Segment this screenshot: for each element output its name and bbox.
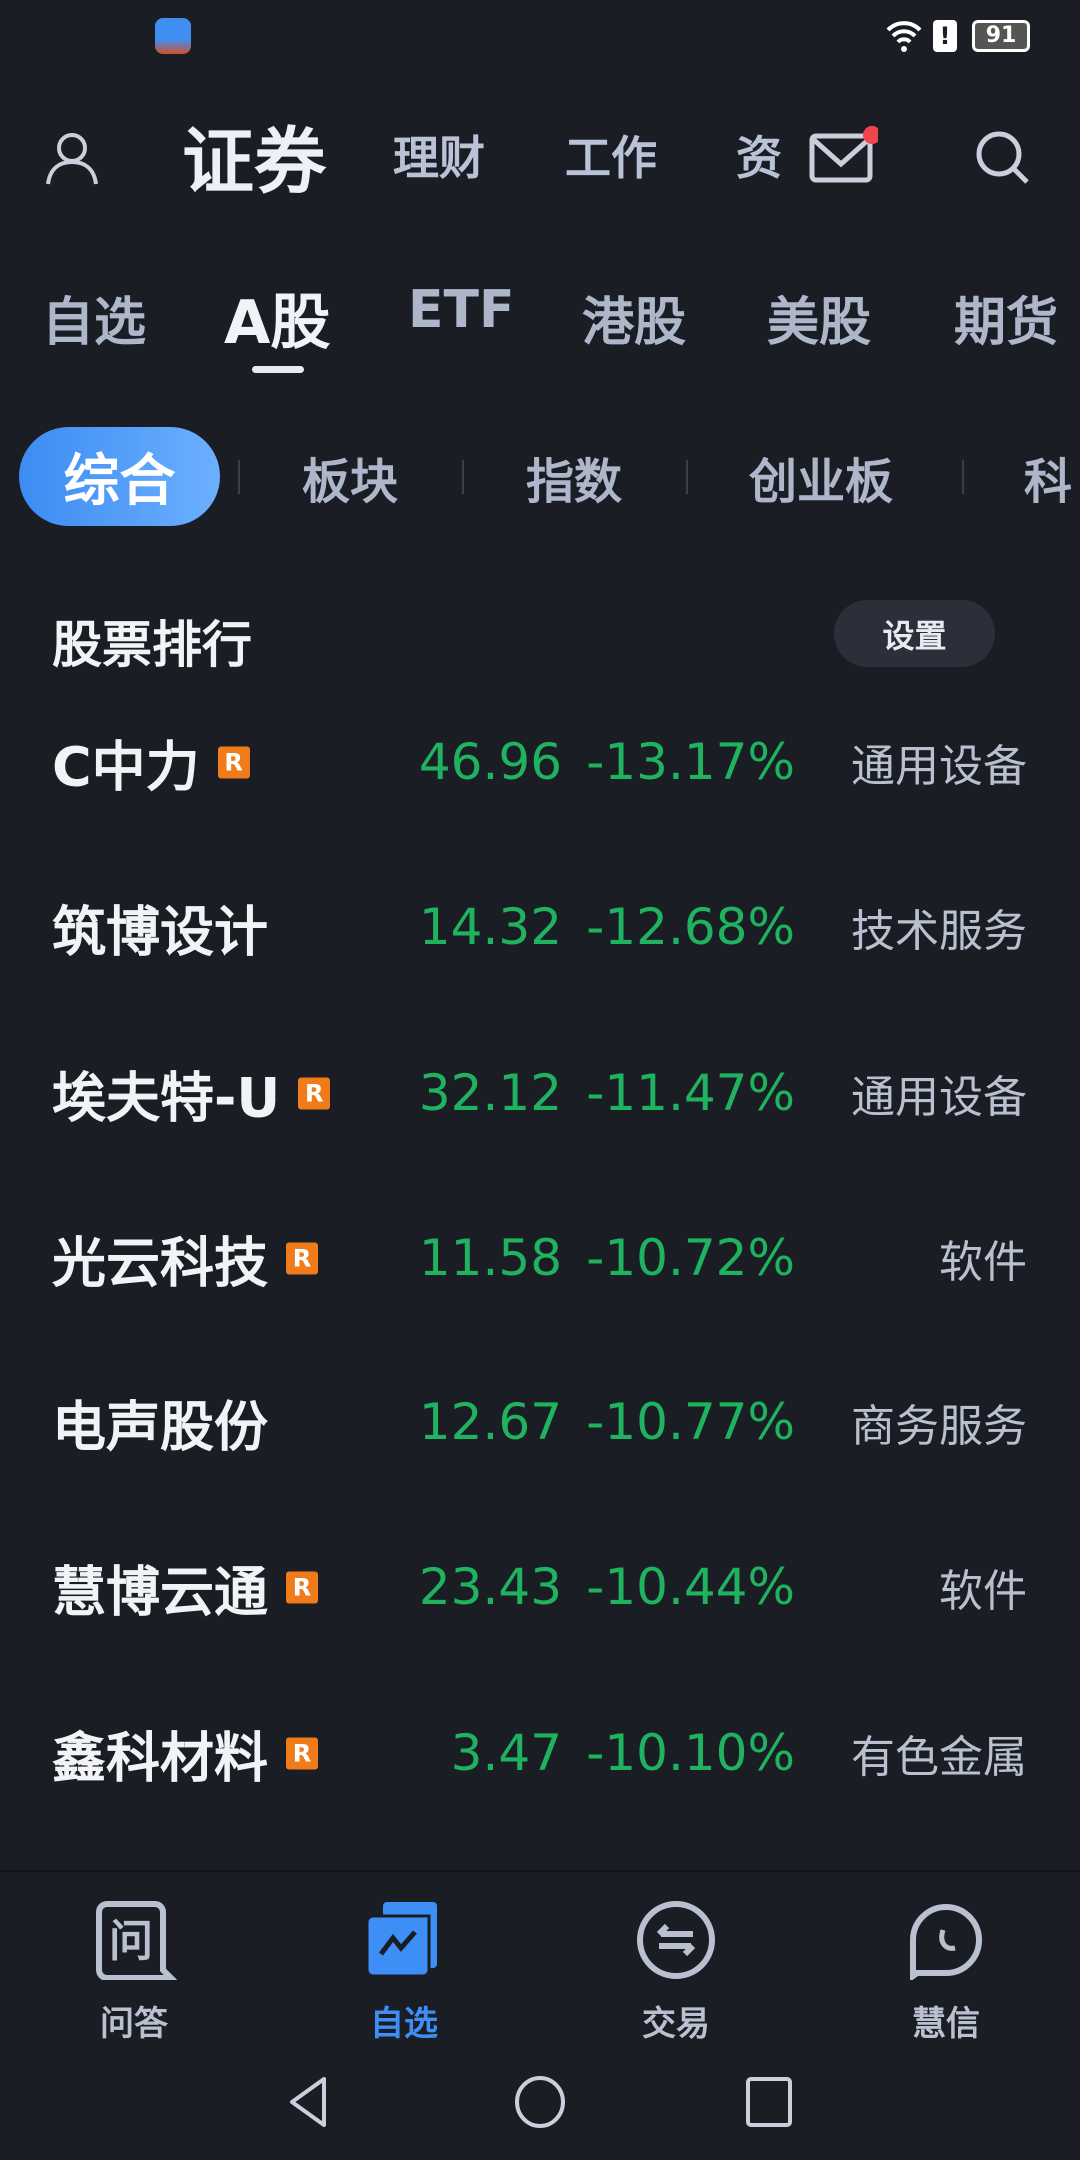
stock-change: -11.47%	[586, 1064, 795, 1122]
r-badge-icon: R	[298, 1077, 331, 1109]
status-bar: ! 91	[0, 0, 1080, 70]
stock-change: -13.17%	[586, 733, 795, 791]
app-icon	[155, 18, 191, 54]
stock-name-text: 鑫科材料	[52, 1726, 268, 1790]
bottom-nav-watchlist-label: 自选	[370, 2004, 438, 2044]
active-tab-indicator	[252, 366, 304, 373]
sim-alert-icon: !	[933, 20, 957, 52]
stock-industry: 软件	[939, 1237, 1027, 1288]
top-nav: 证券 理财 工作 资	[0, 100, 1080, 210]
stock-price: 11.58	[418, 1229, 562, 1287]
r-badge-icon: R	[286, 1242, 318, 1274]
sub-tab-chinext[interactable]: 创业板	[749, 442, 893, 512]
settings-button[interactable]: 设置	[834, 600, 995, 667]
bottom-nav-qa[interactable]: 问 问答	[64, 1900, 204, 2045]
stock-price: 14.32	[418, 898, 562, 956]
divider	[962, 460, 964, 494]
market-tab-hk[interactable]: 港股	[582, 280, 686, 355]
wifi-icon	[886, 21, 922, 52]
market-tab-watchlist[interactable]: 自选	[42, 280, 146, 355]
stock-price: 23.43	[418, 1558, 562, 1616]
home-icon[interactable]	[512, 2075, 568, 2129]
stock-row[interactable]: 筑博设计 14.32 -12.68% 技术服务	[0, 867, 1080, 987]
divider	[238, 460, 240, 494]
stock-row[interactable]: 慧博云通 R 23.43 -10.44% 软件	[0, 1527, 1080, 1647]
bottom-nav-message[interactable]: 慧信	[876, 1900, 1016, 2045]
recents-icon[interactable]	[744, 2075, 794, 2129]
sub-tab-star[interactable]: 科	[1024, 442, 1072, 512]
sub-tab-sectors[interactable]: 板块	[302, 442, 398, 512]
stock-name: 慧博云通 R	[52, 1548, 318, 1627]
back-icon[interactable]	[284, 2075, 334, 2129]
top-tab-work[interactable]: 工作	[565, 122, 657, 188]
r-badge-icon: R	[286, 1571, 318, 1603]
stock-price: 46.96	[418, 733, 562, 791]
stock-industry: 有色金属	[851, 1732, 1027, 1783]
trade-exchange-icon	[637, 1901, 715, 1979]
stock-change: -10.10%	[586, 1724, 795, 1782]
stock-name: 筑博设计	[52, 888, 268, 967]
stock-change: -10.44%	[586, 1558, 795, 1616]
stock-name: 电声股份	[52, 1383, 268, 1462]
stock-industry: 通用设备	[851, 1072, 1027, 1123]
top-tab-assets[interactable]: 资	[736, 122, 782, 188]
search-icon[interactable]	[973, 128, 1033, 188]
stock-name-text: C中力	[52, 735, 200, 799]
bottom-divider	[0, 1870, 1080, 1872]
r-badge-icon: R	[217, 746, 250, 778]
bottom-nav-trade-label: 交易	[642, 2004, 710, 2044]
svg-text:问: 问	[109, 1916, 153, 1967]
profile-icon[interactable]	[42, 128, 102, 188]
market-tab-etf[interactable]: ETF	[408, 280, 515, 340]
bottom-nav-message-label: 慧信	[912, 2004, 980, 2044]
stock-row[interactable]: 电声股份 12.67 -10.77% 商务服务	[0, 1362, 1080, 1482]
stock-name: 埃夫特-U R	[52, 1054, 331, 1133]
bottom-nav-qa-label: 问答	[100, 2004, 168, 2044]
chat-bubble-icon	[910, 1904, 982, 1982]
divider	[462, 460, 464, 494]
market-tab-a-shares[interactable]: A股	[224, 274, 330, 361]
stock-row[interactable]: C中力 R 46.96 -13.17% 通用设备	[0, 702, 1080, 822]
stock-row[interactable]: 光云科技 R 11.58 -10.72% 软件	[0, 1198, 1080, 1318]
section-title: 股票排行	[52, 616, 252, 674]
r-badge-icon: R	[286, 1737, 318, 1769]
stock-industry: 技术服务	[851, 906, 1027, 957]
market-tab-us[interactable]: 美股	[767, 280, 871, 355]
stock-name-text: 慧博云通	[52, 1560, 268, 1624]
stock-price: 32.12	[418, 1064, 562, 1122]
stock-name-text: 筑博设计	[52, 900, 268, 964]
battery-level: 91	[985, 23, 1017, 48]
mail-icon[interactable]	[808, 126, 878, 186]
stock-row[interactable]: 埃夫特-U R 32.12 -11.47% 通用设备	[0, 1033, 1080, 1153]
sub-tab-overview[interactable]: 综合	[19, 427, 220, 526]
divider	[686, 460, 688, 494]
stock-change: -10.77%	[586, 1393, 795, 1451]
stock-change: -12.68%	[586, 898, 795, 956]
qa-icon: 问	[96, 1901, 179, 1981]
top-tab-wealth[interactable]: 理财	[393, 122, 485, 188]
stock-row[interactable]: 鑫科材料 R 3.47 -10.10% 有色金属	[0, 1693, 1080, 1813]
settings-label: 设置	[882, 616, 947, 655]
stock-industry: 商务服务	[851, 1401, 1027, 1452]
stock-name: 鑫科材料 R	[52, 1714, 318, 1793]
stock-price: 3.47	[450, 1724, 562, 1782]
stock-industry: 通用设备	[851, 741, 1027, 792]
top-tab-securities[interactable]: 证券	[182, 103, 326, 208]
stock-industry: 软件	[939, 1566, 1027, 1617]
stock-name-text: 埃夫特-U	[52, 1066, 281, 1130]
watchlist-chart-icon	[365, 1902, 437, 1978]
stock-price: 12.67	[418, 1393, 562, 1451]
stock-name: C中力 R	[52, 723, 250, 802]
stock-name-text: 光云科技	[52, 1231, 268, 1295]
bottom-nav-watchlist[interactable]: 自选	[334, 1900, 474, 2045]
sub-tab-indices[interactable]: 指数	[526, 442, 622, 512]
market-tab-futures[interactable]: 期货	[954, 280, 1058, 355]
stock-name: 光云科技 R	[52, 1219, 318, 1298]
bottom-nav-trade[interactable]: 交易	[606, 1900, 746, 2045]
stock-change: -10.72%	[586, 1229, 795, 1287]
battery-icon: 91	[972, 20, 1030, 52]
sub-tab-overview-label: 综合	[63, 449, 176, 514]
stock-name-text: 电声股份	[52, 1395, 268, 1459]
